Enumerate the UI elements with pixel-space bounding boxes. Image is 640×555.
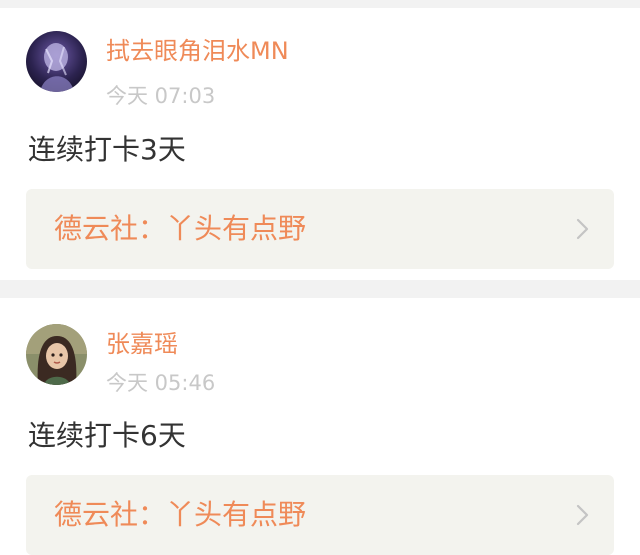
user-avatar[interactable] — [26, 31, 87, 92]
top-divider — [0, 0, 640, 8]
user-avatar[interactable] — [26, 324, 87, 385]
username[interactable]: 拭去眼角泪水MN — [106, 36, 289, 66]
linked-item-card[interactable]: 德云社：丫头有点野 — [26, 475, 614, 555]
post-timestamp: 今天 07:03 — [106, 84, 216, 108]
feed-post: 拭去眼角泪水MN 今天 07:03 连续打卡3天 德云社：丫头有点野 — [0, 8, 640, 280]
chevron-right-icon — [576, 504, 589, 526]
linked-item-title: 德云社：丫头有点野 — [54, 212, 307, 245]
avatar-illustrated-girl-icon — [26, 324, 87, 385]
linked-item-title: 德云社：丫头有点野 — [54, 498, 307, 531]
chevron-right-icon — [576, 218, 589, 240]
linked-item-card[interactable]: 德云社：丫头有点野 — [26, 189, 614, 269]
feed-post: 张嘉瑶 今天 05:46 连续打卡6天 德云社：丫头有点野 — [0, 298, 640, 555]
post-content: 连续打卡6天 — [28, 419, 186, 452]
post-content: 连续打卡3天 — [28, 133, 186, 166]
avatar-dark-purple-icon — [26, 31, 87, 92]
username[interactable]: 张嘉瑶 — [106, 329, 178, 359]
post-divider — [0, 280, 640, 298]
post-timestamp: 今天 05:46 — [106, 371, 216, 395]
